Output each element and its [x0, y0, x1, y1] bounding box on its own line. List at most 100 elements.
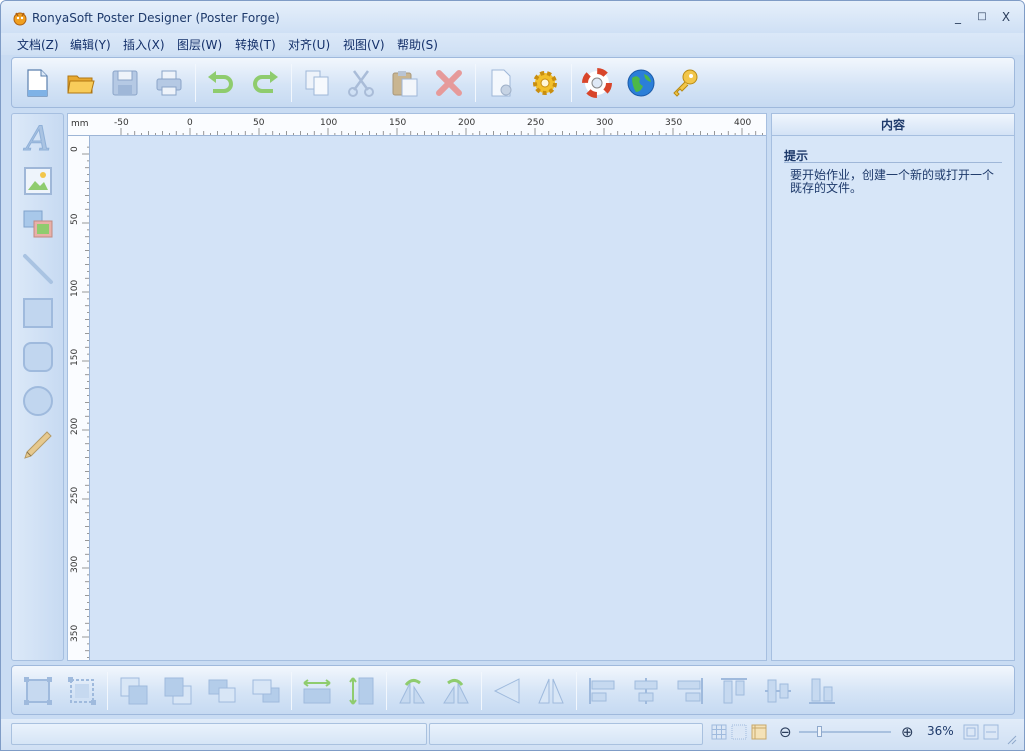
properties-icon [491, 69, 512, 97]
align-top-button[interactable] [715, 672, 753, 710]
paste-button[interactable] [386, 64, 424, 102]
rounded-rectangle-tool-button[interactable] [21, 340, 55, 374]
website-button[interactable] [622, 64, 660, 102]
align-bottom-icon [809, 678, 835, 704]
align-bottom-button[interactable] [803, 672, 841, 710]
flip-vertical-button[interactable] [532, 672, 570, 710]
rectangle-tool-button[interactable] [21, 296, 55, 330]
fit-page-icon[interactable] [963, 724, 979, 740]
status-panel-info [429, 723, 703, 745]
content-panel: 内容 提示 要开始作业，创建一个新的或打开一个既存的文件。 [771, 113, 1015, 661]
status-bar: ⊖ ⊕ 36% [1, 719, 1024, 750]
same-width-button[interactable] [298, 672, 336, 710]
horizontal-ruler-ticks [120, 128, 764, 135]
ruler-label: 50 [70, 213, 80, 225]
send-backward-button[interactable] [247, 672, 285, 710]
ruler-label: 350 [665, 118, 683, 128]
ruler-label: 400 [734, 118, 752, 128]
align-right-icon [677, 678, 703, 704]
status-panel-main [11, 723, 427, 745]
zoom-in-button[interactable]: ⊕ [901, 723, 914, 741]
menu-edit[interactable]: 编辑(Y) [70, 36, 111, 53]
design-canvas-area[interactable]: mm -50 0 50 100 150 200 250 300 350 400 … [67, 113, 767, 661]
save-button[interactable] [106, 64, 144, 102]
align-middle-button[interactable] [759, 672, 797, 710]
rotate-right-button[interactable] [437, 672, 475, 710]
open-folder-icon [67, 75, 95, 94]
delete-button[interactable] [430, 64, 468, 102]
same-height-button[interactable] [342, 672, 380, 710]
new-button[interactable] [18, 64, 56, 102]
redo-button[interactable] [246, 64, 284, 102]
bring-to-front-button[interactable] [115, 672, 153, 710]
help-button[interactable] [578, 64, 616, 102]
align-left-button[interactable] [583, 672, 621, 710]
align-right-button[interactable] [671, 672, 709, 710]
main-toolbar [11, 57, 1015, 108]
drawing-tools-panel: A [11, 113, 64, 661]
maximize-button[interactable]: □ [973, 9, 991, 25]
grid-view-icon[interactable] [711, 724, 727, 740]
flip-vertical-icon [538, 678, 564, 704]
menu-document[interactable]: 文档(Z) [17, 36, 59, 53]
menu-insert[interactable]: 插入(X) [123, 36, 165, 53]
app-window: RonyaSoft Poster Designer (Poster Forge)… [0, 0, 1025, 751]
settings-button[interactable] [526, 64, 564, 102]
zoom-slider[interactable] [799, 731, 891, 733]
layers-image-tool-button[interactable] [21, 208, 55, 242]
pencil-tool-icon [24, 431, 52, 459]
close-button[interactable]: X [997, 9, 1015, 25]
send-backward-icon [252, 679, 280, 703]
send-to-back-icon [164, 677, 192, 705]
menu-help[interactable]: 帮助(S) [397, 36, 438, 53]
send-to-back-button[interactable] [159, 672, 197, 710]
register-key-icon [673, 69, 698, 97]
hint-text: 要开始作业，创建一个新的或打开一个既存的文件。 [790, 168, 995, 195]
ruler-label: 250 [70, 486, 80, 504]
bring-to-front-icon [120, 677, 148, 705]
ellipse-tool-icon [23, 386, 53, 416]
ruler-label: 150 [70, 348, 80, 366]
pencil-tool-button[interactable] [21, 428, 55, 462]
panel-title: 内容 [772, 114, 1014, 136]
text-tool-button[interactable]: A [21, 119, 55, 160]
align-center-button[interactable] [627, 672, 665, 710]
open-button[interactable] [62, 64, 100, 102]
ruler-label: 0 [70, 146, 80, 152]
properties-button[interactable] [482, 64, 520, 102]
guides-icon[interactable] [751, 724, 767, 740]
menu-view[interactable]: 视图(V) [343, 36, 385, 53]
fit-width-icon[interactable] [983, 724, 999, 740]
ellipse-tool-button[interactable] [21, 384, 55, 418]
align-center-icon [634, 678, 658, 704]
rotate-left-button[interactable] [393, 672, 431, 710]
dots-grid-icon[interactable] [731, 724, 747, 740]
new-document-icon [27, 69, 48, 97]
register-button[interactable] [666, 64, 704, 102]
toolbar-separator [386, 672, 387, 710]
image-tool-button[interactable] [21, 164, 55, 198]
hint-divider [784, 162, 1002, 163]
print-button[interactable] [150, 64, 188, 102]
ungroup-button[interactable] [63, 672, 101, 710]
ruler-label: 150 [389, 118, 407, 128]
line-tool-button[interactable] [21, 252, 55, 286]
menu-transform[interactable]: 转换(T) [235, 36, 276, 53]
zoom-slider-handle[interactable] [817, 726, 822, 737]
minimize-button[interactable]: _ [949, 9, 967, 25]
flip-horizontal-button[interactable] [488, 672, 526, 710]
paste-icon [392, 71, 418, 97]
cut-button[interactable] [342, 64, 380, 102]
bring-forward-button[interactable] [203, 672, 241, 710]
title-bar[interactable]: RonyaSoft Poster Designer (Poster Forge)… [1, 1, 1024, 33]
copy-button[interactable] [298, 64, 336, 102]
undo-button[interactable] [202, 64, 240, 102]
menu-align[interactable]: 对齐(U) [288, 36, 330, 53]
group-button[interactable] [19, 672, 57, 710]
vertical-ruler: 0 50 100 150 200 250 300 350 [68, 136, 90, 660]
zoom-out-button[interactable]: ⊖ [779, 723, 792, 741]
ruler-label: 300 [596, 118, 614, 128]
menu-layer[interactable]: 图层(W) [177, 36, 222, 53]
ruler-label: 200 [70, 417, 80, 435]
resize-grip-icon[interactable] [1005, 733, 1017, 745]
